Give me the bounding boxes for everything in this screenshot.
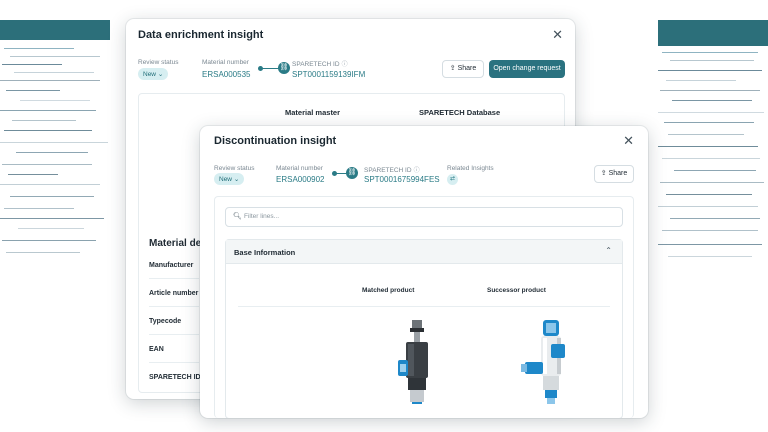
filter-placeholder: Filter lines... <box>244 213 280 220</box>
accordion-header[interactable]: Base Information ⌃ <box>226 240 622 264</box>
material-number-value[interactable]: ERSA000535 <box>202 70 250 79</box>
base-information-accordion: Base Information ⌃ Matched product Succe… <box>225 239 623 418</box>
column-header-sparetech-database: SPARETECH Database <box>419 108 501 117</box>
related-insights-icon[interactable]: ⇄ <box>447 174 458 185</box>
share-button[interactable]: ⇪ Share <box>442 60 484 78</box>
chevron-down-icon: ⌄ <box>157 71 164 78</box>
review-status-dropdown[interactable]: New ⌄ <box>214 173 245 185</box>
link-icon: ⛓ <box>346 167 358 179</box>
open-change-request-button[interactable]: Open change request <box>489 60 565 78</box>
dialog-title: Discontinuation insight <box>214 135 337 147</box>
review-status-value: New <box>219 176 233 183</box>
chevron-up-icon[interactable]: ⌃ <box>605 246 612 255</box>
row-label-manufacturer: Manufacturer <box>149 262 194 269</box>
search-icon: 🔍︎ <box>233 213 242 220</box>
background-screen-left <box>0 12 110 262</box>
discontinuation-dialog: Discontinuation insight ✕ Review status … <box>200 126 648 418</box>
sparetech-id-value[interactable]: SPT0001159139IFM <box>292 70 365 79</box>
accordion-title: Base Information <box>234 248 296 257</box>
row-label-typecode: Typecode <box>149 318 182 325</box>
column-header-successor-product: Successor product <box>487 287 546 294</box>
related-insights-label: Related Insights <box>447 165 494 172</box>
sparetech-id-label: SPARETECH ID <box>364 167 412 174</box>
review-status-label: Review status <box>214 165 255 172</box>
info-icon: ⓘ <box>341 62 348 68</box>
review-status-value: New <box>143 71 157 78</box>
share-icon: ⇪ <box>449 65 458 72</box>
material-number-value[interactable]: ERSA000902 <box>276 175 324 184</box>
column-header-material-master: Material master <box>285 108 341 117</box>
review-status-dropdown[interactable]: New ⌄ <box>138 68 169 80</box>
content-panel: 🔍︎ Filter lines... Base Information ⌃ Ma… <box>214 196 634 418</box>
background-screen-right <box>658 12 768 262</box>
material-number-label: Material number <box>202 59 249 66</box>
matched-product-image <box>398 320 428 404</box>
filter-input[interactable]: 🔍︎ Filter lines... <box>225 207 623 227</box>
info-icon: ⓘ <box>413 168 420 174</box>
close-icon[interactable]: ✕ <box>552 28 563 41</box>
row-label-article-number: Article number <box>149 290 199 297</box>
dialog-title: Data enrichment insight <box>138 29 264 41</box>
close-icon[interactable]: ✕ <box>623 134 634 147</box>
row-label-sparetech-id: SPARETECH ID <box>149 374 201 381</box>
material-number-label: Material number <box>276 165 323 172</box>
sparetech-id-label: SPARETECH ID <box>292 61 340 68</box>
share-icon: ⇪ <box>600 170 609 177</box>
share-button[interactable]: ⇪ Share <box>594 165 634 183</box>
chevron-down-icon: ⌄ <box>233 176 240 183</box>
review-status-label: Review status <box>138 59 179 66</box>
sparetech-id-value[interactable]: SPT0001675994FES <box>364 175 440 184</box>
column-header-matched-product: Matched product <box>362 287 415 294</box>
link-icon: ⛓ <box>278 62 290 74</box>
successor-product-image <box>521 320 565 404</box>
stage: Data enrichment insight ✕ Review status … <box>0 0 768 432</box>
row-label-ean: EAN <box>149 346 164 353</box>
